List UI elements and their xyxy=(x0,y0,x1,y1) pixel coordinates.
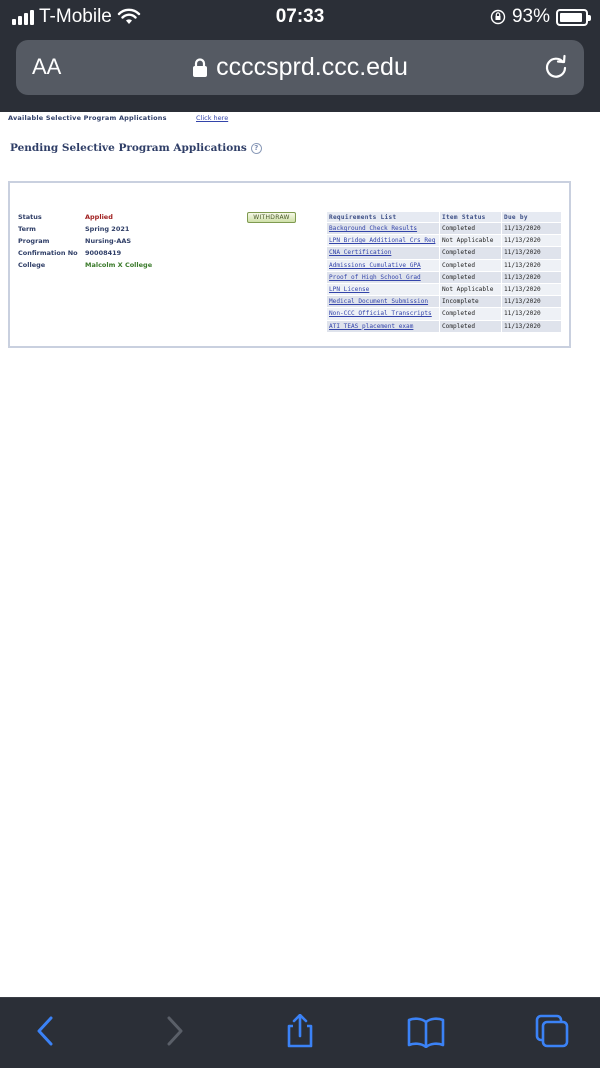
tabs-icon[interactable] xyxy=(532,1014,572,1048)
back-icon[interactable] xyxy=(26,1014,66,1048)
url-display[interactable]: ccccsprd.ccc.edu xyxy=(16,53,584,82)
forward-icon[interactable] xyxy=(154,1014,194,1048)
due-date: 11/13/2020 xyxy=(501,282,562,297)
requirement-link[interactable]: Proof of High School Grad xyxy=(326,270,440,284)
item-status: Completed xyxy=(439,319,502,333)
share-icon[interactable] xyxy=(280,1014,320,1048)
due-date: 11/13/2020 xyxy=(501,319,562,333)
field-label: Term xyxy=(18,225,36,233)
item-status: Completed xyxy=(439,270,502,284)
table-row: Admissions Cumulative GPA Completed 11/1… xyxy=(326,258,562,272)
withdraw-button[interactable]: WITHDRAW xyxy=(247,212,296,223)
college-value: Malcolm X College xyxy=(85,261,153,269)
column-header: Due by xyxy=(501,211,562,223)
due-date: 11/13/2020 xyxy=(501,307,562,321)
browser-chrome-top: T-Mobile 07:33 93% AA ccccsprd.ccc.edu xyxy=(0,0,600,112)
field-label: Confirmation No xyxy=(18,249,78,257)
battery-level xyxy=(560,12,583,22)
due-date: 11/13/2020 xyxy=(501,234,562,248)
item-status: Completed xyxy=(439,258,502,272)
field-label: Program xyxy=(18,237,50,245)
requirement-link[interactable]: LPN Bridge Additional Crs Req xyxy=(326,234,440,248)
table-header-row: Requirements List Item Status Due by xyxy=(326,211,562,223)
battery-percent: 93% xyxy=(511,6,550,27)
table-row: Proof of High School Grad Completed 11/1… xyxy=(326,270,562,284)
page-title: Pending Selective Program Applications? xyxy=(10,142,262,154)
item-status: Completed xyxy=(439,307,502,321)
field-label: College xyxy=(18,261,46,269)
term-value: Spring 2021 xyxy=(85,225,130,233)
table-row: LPN License Not Applicable 11/13/2020 xyxy=(326,282,562,297)
help-icon[interactable]: ? xyxy=(250,142,262,154)
due-date: 11/13/2020 xyxy=(501,258,562,272)
bookmarks-icon[interactable] xyxy=(406,1014,446,1048)
item-status: Not Applicable xyxy=(439,234,502,248)
status-value: Applied xyxy=(85,213,113,221)
requirement-link[interactable]: Medical Document Submission xyxy=(326,295,440,309)
available-applications-row: Available Selective Program Applications… xyxy=(8,114,568,126)
requirement-link[interactable]: Admissions Cumulative GPA xyxy=(326,258,440,272)
item-status: Not Applicable xyxy=(439,282,502,297)
field-label: Status xyxy=(18,213,42,221)
available-applications-label: Available Selective Program Applications xyxy=(8,114,167,122)
item-status: Completed xyxy=(439,221,502,236)
status-bar: T-Mobile 07:33 93% xyxy=(0,0,600,34)
table-row: LPN Bridge Additional Crs Req Not Applic… xyxy=(326,234,562,248)
table-row: CNA Certification Completed 11/13/2020 xyxy=(326,246,562,260)
requirement-link[interactable]: Non-CCC Official Transcripts xyxy=(326,307,440,321)
battery-area: 93% xyxy=(490,6,591,28)
orientation-lock-icon xyxy=(490,9,506,25)
requirement-link[interactable]: Background Check Results xyxy=(326,221,440,236)
url-text: ccccsprd.ccc.edu xyxy=(216,53,408,81)
item-status: Incomplete xyxy=(439,295,502,309)
requirements-table: Requirements List Item Status Due by Bac… xyxy=(326,211,562,333)
requirement-link[interactable]: CNA Certification xyxy=(326,246,440,260)
table-row: Background Check Results Completed 11/13… xyxy=(326,221,562,236)
battery-icon xyxy=(556,8,591,26)
program-value: Nursing-AAS xyxy=(85,237,132,245)
padlock-icon xyxy=(193,58,208,78)
click-here-link[interactable]: Click here xyxy=(196,114,228,122)
due-date: 11/13/2020 xyxy=(501,221,562,236)
table-row: Medical Document Submission Incomplete 1… xyxy=(326,295,562,309)
confirmation-value: 90008419 xyxy=(85,249,122,257)
requirement-link[interactable]: LPN License xyxy=(326,282,440,297)
requirement-link[interactable]: ATI TEAS placement exam xyxy=(326,319,440,333)
browser-toolbar xyxy=(0,997,600,1068)
table-row: Non-CCC Official Transcripts Completed 1… xyxy=(326,307,562,321)
address-bar[interactable]: AA ccccsprd.ccc.edu xyxy=(16,40,584,95)
reload-icon[interactable] xyxy=(542,53,570,81)
table-row: ATI TEAS placement exam Completed 11/13/… xyxy=(326,319,562,333)
application-card: Status Applied Term Spring 2021 Program … xyxy=(8,181,571,348)
column-header: Requirements List xyxy=(326,211,440,223)
item-status: Completed xyxy=(439,246,502,260)
due-date: 11/13/2020 xyxy=(501,246,562,260)
due-date: 11/13/2020 xyxy=(501,270,562,284)
page-title-text: Pending Selective Program Applications xyxy=(10,142,247,154)
due-date: 11/13/2020 xyxy=(501,295,562,309)
column-header: Item Status xyxy=(439,211,502,223)
